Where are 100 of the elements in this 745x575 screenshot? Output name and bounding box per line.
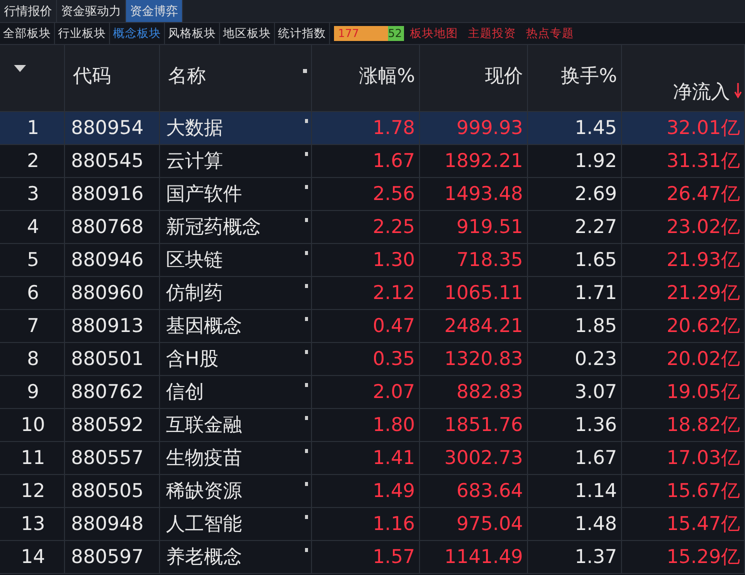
- table-cell: 1.67: [312, 145, 420, 178]
- table-cell: 20.02亿: [622, 343, 745, 376]
- table-cell: 1.36: [528, 409, 622, 442]
- table-cell: 1320.83: [420, 343, 528, 376]
- top-tab[interactable]: 行情报价: [0, 0, 57, 22]
- table-cell: 975.04: [420, 508, 528, 541]
- table-cell: 15.67亿: [622, 475, 745, 508]
- table-cell: 2484.21: [420, 310, 528, 343]
- sector-tab[interactable]: 地区板块: [220, 23, 275, 44]
- table-cell: 基因概念: [160, 310, 312, 343]
- table-cell: 1.92: [528, 145, 622, 178]
- table-cell: 1.65: [528, 244, 622, 277]
- table-cell: 31.31亿: [622, 145, 745, 178]
- sector-tab[interactable]: 全部板块: [0, 23, 55, 44]
- table-cell: 2.07: [312, 376, 420, 409]
- table-cell: 生物疫苗: [160, 442, 312, 475]
- sector-tab[interactable]: 风格板块: [165, 23, 220, 44]
- column-header[interactable]: 代码: [73, 63, 111, 89]
- row-number: 9: [0, 376, 65, 409]
- table-cell: 999.93: [420, 112, 528, 145]
- table-cell: 1.67: [528, 442, 622, 475]
- table-cell: 大数据: [160, 112, 312, 145]
- table-cell: 20.62亿: [622, 310, 745, 343]
- table-cell: 1.85: [528, 310, 622, 343]
- table-cell: 0.23: [528, 343, 622, 376]
- table-cell: 养老概念: [160, 541, 312, 574]
- table-cell: 32.01亿: [622, 112, 745, 145]
- table-cell: 1.57: [312, 541, 420, 574]
- table-cell: 2.56: [312, 178, 420, 211]
- row-number: 7: [0, 310, 65, 343]
- table-cell: 0.35: [312, 343, 420, 376]
- sector-tab[interactable]: 行业板块: [55, 23, 110, 44]
- table-cell: 1.30: [312, 244, 420, 277]
- table-cell: 人工智能: [160, 508, 312, 541]
- table-cell: 880946: [65, 244, 160, 277]
- table-cell: 880545: [65, 145, 160, 178]
- row-number: 2: [0, 145, 65, 178]
- table-cell: 3.07: [528, 376, 622, 409]
- table-cell: 880762: [65, 376, 160, 409]
- column-header[interactable]: 名称: [168, 63, 206, 89]
- table-cell: 互联金融: [160, 409, 312, 442]
- column-header[interactable]: 现价: [485, 63, 523, 89]
- column-header[interactable]: 净流入: [673, 79, 730, 105]
- table-cell: 国产软件: [160, 178, 312, 211]
- row-number: 12: [0, 475, 65, 508]
- table-cell: 3002.73: [420, 442, 528, 475]
- table-cell: 882.83: [420, 376, 528, 409]
- row-number: 11: [0, 442, 65, 475]
- table-cell: 880505: [65, 475, 160, 508]
- table-cell: 880592: [65, 409, 160, 442]
- table-cell: 云计算: [160, 145, 312, 178]
- table-cell: 2.25: [312, 211, 420, 244]
- table-cell: 26.47亿: [622, 178, 745, 211]
- advance-count: 177: [334, 26, 388, 41]
- table-cell: 880916: [65, 178, 160, 211]
- row-number: 1: [0, 112, 65, 145]
- table-cell: 区块链: [160, 244, 312, 277]
- row-number: 14: [0, 541, 65, 574]
- decline-count: 52: [388, 26, 403, 41]
- table-cell: 15.29亿: [622, 541, 745, 574]
- table-cell: 1.80: [312, 409, 420, 442]
- row-number: 10: [0, 409, 65, 442]
- table-cell: 880960: [65, 277, 160, 310]
- sector-tab[interactable]: 统计指数: [275, 23, 330, 44]
- table-cell: 新冠药概念: [160, 211, 312, 244]
- topic-link[interactable]: 热点专题: [526, 26, 574, 41]
- table-cell: 1.16: [312, 508, 420, 541]
- table-cell: 17.03亿: [622, 442, 745, 475]
- table-cell: 21.29亿: [622, 277, 745, 310]
- table-cell: 1.45: [528, 112, 622, 145]
- table-cell: 2.27: [528, 211, 622, 244]
- table-cell: 1493.48: [420, 178, 528, 211]
- table-cell: 21.93亿: [622, 244, 745, 277]
- table-cell: 1.71: [528, 277, 622, 310]
- topic-link[interactable]: 主题投资: [468, 26, 516, 41]
- row-number: 8: [0, 343, 65, 376]
- table-cell: 1.49: [312, 475, 420, 508]
- table-cell: 880501: [65, 343, 160, 376]
- table-cell: 683.64: [420, 475, 528, 508]
- table-cell: 含H股: [160, 343, 312, 376]
- table-cell: 1141.49: [420, 541, 528, 574]
- table-cell: 19.05亿: [622, 376, 745, 409]
- table-cell: 1.78: [312, 112, 420, 145]
- table-cell: 15.47亿: [622, 508, 745, 541]
- sector-tab[interactable]: 概念板块: [110, 23, 165, 44]
- table-cell: 1851.76: [420, 409, 528, 442]
- table-cell: 稀缺资源: [160, 475, 312, 508]
- table-cell: 1.41: [312, 442, 420, 475]
- table-cell: 2.12: [312, 277, 420, 310]
- table-cell: 718.35: [420, 244, 528, 277]
- table-cell: 880768: [65, 211, 160, 244]
- table-cell: 880557: [65, 442, 160, 475]
- table-cell: 0.47: [312, 310, 420, 343]
- table-cell: 1065.11: [420, 277, 528, 310]
- table-cell: 仿制药: [160, 277, 312, 310]
- table-cell: 1.37: [528, 541, 622, 574]
- row-number: 4: [0, 211, 65, 244]
- topic-link[interactable]: 板块地图: [410, 26, 458, 41]
- row-number: 5: [0, 244, 65, 277]
- top-tab[interactable]: 资金博弈: [126, 0, 183, 22]
